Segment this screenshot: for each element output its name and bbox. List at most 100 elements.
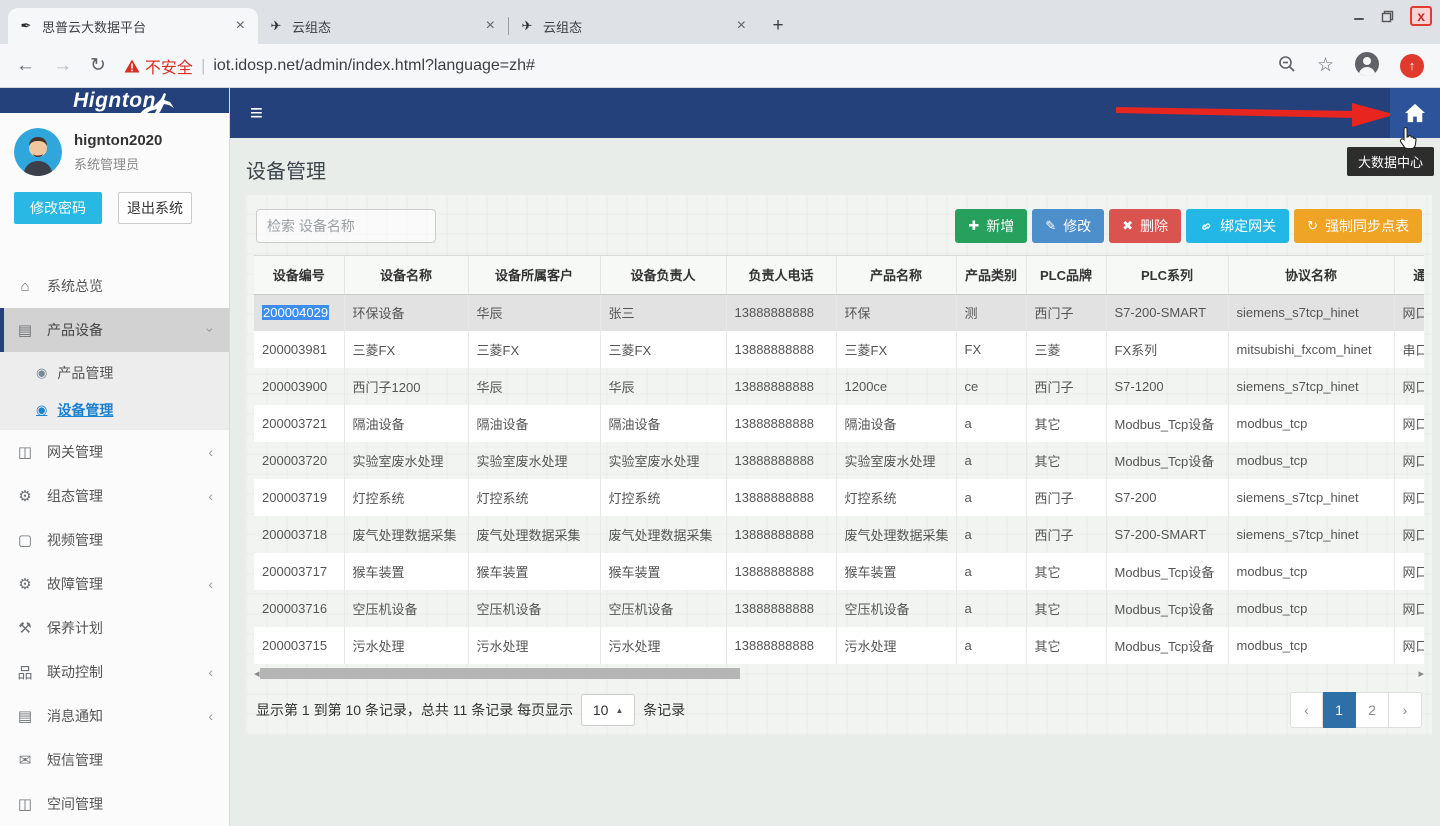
horizontal-scrollbar[interactable]: ◂ ▸ [254,666,1424,680]
sidebar-item[interactable]: ✉ 短信管理 [0,738,229,782]
book-icon: ▤ [16,321,34,339]
browser-tab[interactable]: ✒思普云大数据平台× [8,8,258,44]
table-cell: a [956,627,1026,664]
reload-icon[interactable]: ↻ [90,54,106,77]
sidebar-item[interactable]: ⌂系统总览 [0,264,229,308]
home-icon[interactable] [1390,88,1440,138]
toolbar-button[interactable]: ✖删除 [1109,209,1181,243]
forward-icon[interactable]: → [53,55,72,77]
user-meta: hignton2020 系统管理员 [74,132,162,173]
sidebar-item-label: 短信管理 [47,750,103,770]
browser-tab[interactable]: ✈云组态× [258,8,508,44]
sidebar-item[interactable]: ▢视频管理 [0,518,229,562]
table-row[interactable]: 200003721隔油设备隔油设备隔油设备13888888888隔油设备a其它M… [254,405,1424,442]
header-row: 设备编号设备名称设备所属客户设备负责人负责人电话产品名称产品类别PLC品牌PLC… [254,256,1424,294]
hamburger-menu-icon[interactable]: ≡ [250,100,263,126]
device-table-body: 200004029环保设备华辰张三13888888888环保测西门子S7-200… [254,294,1424,664]
sidebar-subitem[interactable]: ◉产品管理 [0,354,229,391]
table-cell: 200004029 [254,294,344,331]
table-cell: modbus_tcp [1228,590,1394,627]
sidebar-submenu: ◉产品管理◉设备管理 [0,352,229,430]
table-row[interactable]: 200003717猴车装置猴车装置猴车装置13888888888猴车装置a其它M… [254,553,1424,590]
sidebar-item[interactable]: ⚙故障管理‹ [0,562,229,606]
search-input[interactable] [256,209,436,243]
scrollbar-thumb[interactable] [260,668,740,679]
toolbar-button[interactable]: ↻强制同步点表 [1294,209,1422,243]
column-header: 负责人电话 [726,256,836,294]
table-cell: S7-1200 [1106,368,1228,405]
button-label: 新增 [986,216,1014,236]
table-cell: 猴车装置 [836,553,956,590]
sidebar-item[interactable]: ⚒保养计划 [0,606,229,650]
close-button[interactable]: x [1410,6,1432,26]
page-button[interactable]: 2 [1356,692,1389,728]
link-icon [1199,219,1213,233]
device-table-head: 设备编号设备名称设备所属客户设备负责人负责人电话产品名称产品类别PLC品牌PLC… [254,256,1424,294]
table-cell: 网口 [1394,516,1424,553]
sidebar-subitem[interactable]: ◉设备管理 [0,391,229,428]
table-cell: a [956,516,1026,553]
bookmark-star-icon[interactable]: ☆ [1317,54,1334,77]
table-cell: 三菱FX [468,331,600,368]
page-button[interactable]: 1 [1323,692,1356,728]
envelope-icon: ✉ [16,751,34,769]
logout-button[interactable]: 退出系统 [118,192,192,224]
zoom-out-icon[interactable] [1277,54,1297,77]
sidebar-item[interactable]: ▤产品设备› [0,308,229,352]
table-cell: S7-200-SMART [1106,294,1228,331]
toolbar-button[interactable]: ✎ 修改 [1032,209,1104,243]
table-row[interactable]: 200003900西门子1200华辰华辰138888888881200cece西… [254,368,1424,405]
table-row[interactable]: 200003981三菱FX三菱FX三菱FX13888888888三菱FXFX三菱… [254,331,1424,368]
sidebar-item[interactable]: 品联动控制‹ [0,650,229,694]
scrollbar-track[interactable] [260,668,1419,679]
tab-close-icon[interactable]: × [233,17,248,35]
table-row[interactable]: 200003716空压机设备空压机设备空压机设备13888888888空压机设备… [254,590,1424,627]
table-cell: 其它 [1026,590,1106,627]
insecure-warning[interactable]: 不安全 [124,54,193,78]
scroll-right-icon[interactable]: ▸ [1418,667,1424,680]
gears-icon: ⚙ [16,575,34,593]
table-row[interactable]: 200003718废气处理数据采集废气处理数据采集废气处理数据采集1388888… [254,516,1424,553]
minimize-button[interactable] [1353,10,1365,22]
table-cell: 13888888888 [726,479,836,516]
browser-tab[interactable]: ✈云组态× [509,8,759,44]
sidebar-item[interactable]: ◫空间管理 [0,782,229,826]
prev-page-button[interactable]: ‹ [1290,692,1323,728]
table-cell: 200003715 [254,627,344,664]
table-cell: a [956,590,1026,627]
table-row[interactable]: 200003715污水处理污水处理污水处理13888888888污水处理a其它M… [254,627,1424,664]
toolbar-button[interactable]: ✚新增 [955,209,1027,243]
sidebar-item[interactable]: ◫网关管理‹ [0,430,229,474]
browser-address-bar-row: ← → ↻ 不安全 | iot.idosp.net/admin/index.ht… [0,44,1440,88]
notebook-icon: ▤ [16,707,34,725]
new-tab-button[interactable]: + [765,13,791,39]
extension-up-arrow-icon[interactable]: ↑ [1400,54,1424,78]
table-cell: 西门子 [1026,368,1106,405]
table-row[interactable]: 200003719灯控系统灯控系统灯控系统13888888888灯控系统a西门子… [254,479,1424,516]
page-size-select[interactable]: 10 ▲ [581,694,635,726]
table-cell: 灯控系统 [344,479,468,516]
sidebar-item[interactable]: ▤消息通知‹ [0,694,229,738]
next-page-button[interactable]: › [1389,692,1422,728]
toolbar-button[interactable]: 绑定网关 [1186,209,1289,243]
tab-close-icon[interactable]: × [734,17,749,35]
back-icon[interactable]: ← [16,55,35,77]
x-icon: ✖ [1122,218,1133,234]
address-bar[interactable]: 不安全 | iot.idosp.net/admin/index.html?lan… [124,54,1259,78]
table-cell: 网口 [1394,553,1424,590]
tab-close-icon[interactable]: × [483,17,498,35]
table-cell: 隔油设备 [468,405,600,442]
table-row[interactable]: 200004029环保设备华辰张三13888888888环保测西门子S7-200… [254,294,1424,331]
table-cell: modbus_tcp [1228,442,1394,479]
dropdown-up-icon: ▲ [615,706,623,715]
table-cell: 华辰 [468,368,600,405]
pencil-icon: ✎ [1045,218,1056,234]
profile-avatar-icon[interactable] [1354,51,1380,80]
restore-button[interactable] [1381,10,1394,23]
table-cell: 空压机设备 [344,590,468,627]
table-cell: 西门子 [1026,294,1106,331]
table-row[interactable]: 200003720实验室废水处理实验室废水处理实验室废水处理1388888888… [254,442,1424,479]
change-password-button[interactable]: 修改密码 [14,192,102,224]
button-label: 修改 [1063,216,1091,236]
sidebar-item[interactable]: ⚙组态管理‹ [0,474,229,518]
